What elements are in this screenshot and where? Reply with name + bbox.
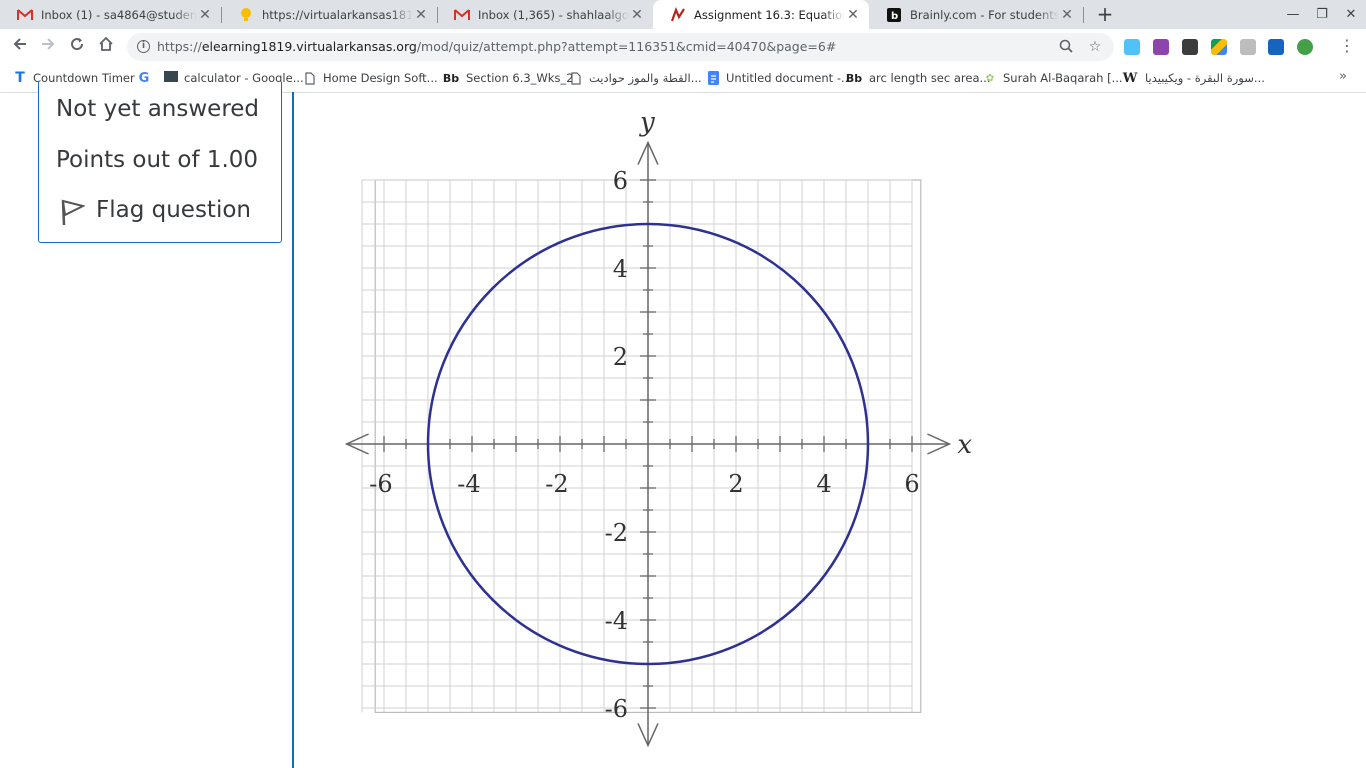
moodle-icon (670, 6, 686, 23)
y-tick-label: 6 (613, 167, 628, 195)
bookmark-wikipedia-baqarah[interactable]: W سورة البقرة - ويكيبيديا... (1121, 69, 1265, 87)
back-button[interactable] (9, 36, 31, 58)
address-bar[interactable]: i https://elearning1819.virtualarkansas.… (127, 33, 1114, 61)
bookmarks-overflow-icon[interactable]: » (1339, 69, 1347, 84)
reload-button[interactable] (66, 36, 88, 58)
new-tab-button[interactable]: + (1095, 3, 1115, 25)
bookmark-untitled-document[interactable]: Untitled document -... (706, 69, 852, 87)
graph-tick-labels: -6 -4 -2 2 4 6 6 4 2 -2 -4 -6 (369, 167, 919, 723)
zoom-icon[interactable] (1058, 39, 1074, 55)
tab-title: Assignment 16.3: Equation of a (694, 7, 845, 22)
y-axis-label: y (639, 108, 655, 138)
y-tick-label: -4 (605, 607, 628, 635)
forward-arrow-icon (42, 38, 55, 50)
x-tick-label: -6 (369, 470, 392, 498)
gmail-icon (454, 7, 470, 23)
extension-compass-icon[interactable] (1297, 39, 1313, 55)
x-tick-label: 4 (816, 470, 831, 498)
info-icon[interactable]: i (137, 40, 150, 53)
extension-download-icon[interactable] (1124, 39, 1140, 55)
back-arrow-icon (13, 38, 26, 50)
tab-inbox-students[interactable]: Inbox (1) - sa4864@students.re ✕ (0, 0, 221, 29)
extension-globe-icon[interactable] (1268, 39, 1284, 55)
quran-icon: ✿ (985, 72, 995, 84)
lightbulb-icon (238, 7, 254, 23)
tab-inbox-gmail[interactable]: Inbox (1,365) - shahlaalgow@gm ✕ (437, 0, 653, 29)
home-button[interactable] (95, 36, 117, 58)
bookmark-surah-al-baqarah[interactable]: ✿ Surah Al-Baqarah [... (983, 69, 1123, 87)
google-drive-icon[interactable] (1211, 39, 1227, 55)
x-tick-label: -4 (457, 470, 480, 498)
blackboard-icon: Bb (845, 71, 863, 85)
circle-graph: -6 -4 -2 2 4 6 6 4 2 -2 -4 -6 x y (344, 108, 972, 748)
bookmark-home-design[interactable]: Home Design Soft... (303, 69, 438, 87)
close-icon[interactable]: ✕ (845, 7, 861, 23)
tab-brainly[interactable]: b Brainly.com - For students. By st ✕ (869, 0, 1083, 29)
minimize-icon[interactable]: — (1279, 0, 1307, 29)
google-docs-icon (706, 71, 720, 85)
reload-icon (71, 38, 84, 51)
gmail-icon (17, 7, 33, 23)
bookmark-section-6-3[interactable]: Bb Section 6.3_Wks_2 (442, 69, 574, 87)
close-icon[interactable]: ✕ (197, 7, 213, 23)
x-tick-label: 6 (904, 470, 919, 498)
url-text[interactable]: https://elearning1819.virtualarkansas.or… (157, 39, 836, 54)
timer-t-icon: T (15, 70, 25, 86)
page-icon (569, 71, 583, 85)
tab-virtualarkansas[interactable]: https://virtualarkansas1819.gen ✕ (221, 0, 437, 29)
tab-separator (1083, 7, 1084, 23)
bookmark-arc-length[interactable]: Bb arc length sec area... (845, 69, 991, 87)
y-tick-label: 2 (613, 343, 628, 371)
brainly-icon: b (886, 7, 902, 23)
close-icon[interactable]: ✕ (629, 7, 645, 23)
flag-icon[interactable] (59, 197, 85, 227)
extension-copy-icon[interactable] (1240, 39, 1256, 55)
tab-title: Inbox (1,365) - shahlaalgow@gm (478, 7, 629, 22)
blackboard-icon: Bb (442, 71, 460, 85)
extension-megaphone-icon[interactable] (1182, 39, 1198, 55)
browser-menu-icon[interactable]: ⋮ (1339, 37, 1355, 55)
y-tick-label: -6 (605, 695, 628, 723)
x-tick-label: 2 (728, 470, 743, 498)
flag-question-link[interactable]: Flag question (96, 197, 251, 223)
graph-axes (344, 140, 952, 748)
tab-title: Inbox (1) - sa4864@students.re (41, 7, 197, 22)
x-tick-label: -2 (545, 470, 568, 498)
question-status: Not yet answered (56, 96, 260, 122)
forward-button[interactable] (37, 36, 59, 58)
bookmark-arabic-story[interactable]: القطة والموز حواديت... (569, 69, 702, 87)
tab-title: Brainly.com - For students. By st (910, 7, 1059, 22)
tab-title: https://virtualarkansas1819.gen (262, 7, 413, 22)
content-divider (292, 92, 294, 768)
browser-toolbar: i https://elearning1819.virtualarkansas.… (0, 29, 1366, 64)
y-tick-label: -2 (605, 519, 628, 547)
close-icon[interactable]: ✕ (413, 7, 429, 23)
graph-grid (361, 179, 922, 714)
y-tick-label: 4 (613, 255, 628, 283)
home-icon (99, 36, 113, 51)
tab-assignment[interactable]: Assignment 16.3: Equation of a ✕ (653, 0, 869, 29)
x-axis-label: x (957, 430, 972, 460)
close-icon[interactable]: ✕ (1059, 7, 1075, 23)
tab-strip: Inbox (1) - sa4864@students.re ✕ https:/… (0, 0, 1366, 29)
restore-icon[interactable]: ❐ (1308, 0, 1336, 29)
svg-text:b: b (891, 11, 898, 22)
question-points: Points out of 1.00 (56, 147, 259, 173)
close-window-icon[interactable]: ✕ (1337, 0, 1365, 29)
question-info-box: Not yet answered Points out of 1.00 Flag… (38, 82, 282, 243)
extension-puzzle-icon[interactable] (1153, 39, 1169, 55)
wikipedia-icon: W (1122, 70, 1138, 86)
bookmark-star-icon[interactable]: ☆ (1087, 39, 1103, 55)
page-icon (303, 71, 317, 85)
